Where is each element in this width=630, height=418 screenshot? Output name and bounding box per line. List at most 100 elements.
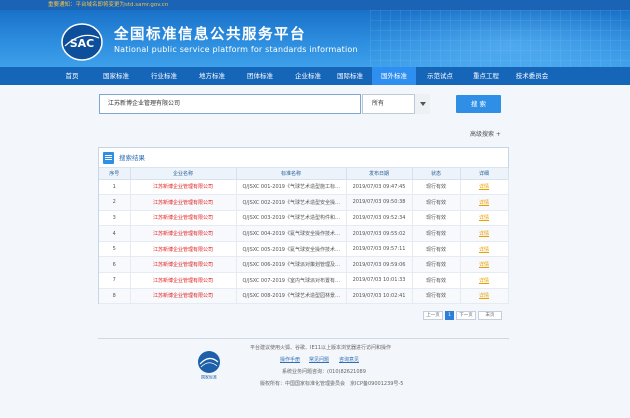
logo-text: SAC [70,37,95,50]
footer-divider [98,338,509,339]
col-detail: 详细 [460,168,509,180]
row-date: 2019/07/03 10:02:41 [346,288,413,305]
row-company[interactable]: 江苏新博企业管理有限公司 [130,241,237,258]
row-no: 8 [99,288,131,305]
table-row: 2 江苏新博企业管理有限公司 Q/JSXC 002-2019《气球艺术造型安全操… [99,194,509,211]
row-date: 2019/07/03 10:01:33 [346,272,413,289]
row-standard[interactable]: Q/JSXC 002-2019《气球艺术造型安全操作技术规范》 [236,194,347,211]
row-company[interactable]: 江苏新博企业管理有限公司 [130,194,237,211]
row-status: 现行有效 [412,256,461,274]
table-row: 1 江苏新博企业管理有限公司 Q/JSXC 001-2019《气球艺术造型施工标… [99,179,509,196]
pagination: 上一页 1 下一页 末页 [423,311,502,320]
results-header: 搜索结果 [99,148,508,168]
nav-item-international[interactable]: 国际标准 [328,67,372,85]
row-no: 1 [99,179,131,196]
footer-link-feedback[interactable]: 咨询意见 [339,356,359,363]
copyright: 版权所有：中国国家标准化管理委员会 京ICP备09001239号-5 [260,381,404,387]
row-standard[interactable]: Q/JSXC 007-2019《室内气球派对布置有害物质限量》 [236,272,347,289]
row-standard[interactable]: Q/JSXC 001-2019《气球艺术造型施工标准》 [236,179,347,196]
footer-link-faq[interactable]: 常见问题 [309,356,329,363]
row-no: 7 [99,272,131,289]
row-no: 2 [99,194,131,211]
nav-item-group[interactable]: 团体标准 [236,67,284,85]
row-detail-link[interactable]: 详情 [460,179,509,196]
site-subtitle: National public service platform for sta… [114,45,358,54]
results-table: 序号 企业名称 标准名称 发布日期 状态 详细 1 江苏新博企业管理有限公司 Q… [99,168,509,305]
row-company[interactable]: 江苏新博企业管理有限公司 [130,272,237,289]
sac-logo-icon[interactable]: SAC [61,22,103,62]
nav-item-key-projects[interactable]: 重点工程 [464,67,508,85]
table-row: 8 江苏新博企业管理有限公司 Q/JSXC 008-2019《气球艺术造型园林景… [99,288,509,305]
row-standard[interactable]: Q/JSXC 004-2019《氦气球安全操作技术规范》 [236,225,347,242]
nav-item-local[interactable]: 地方标准 [188,67,236,85]
col-date: 发布日期 [346,168,413,180]
prev-page-button[interactable]: 上一页 [423,311,443,320]
row-detail-link[interactable]: 详情 [460,272,509,289]
row-detail-link[interactable]: 详情 [460,256,509,274]
row-company[interactable]: 江苏新博企业管理有限公司 [130,179,237,196]
row-detail-link[interactable]: 详情 [460,225,509,242]
nav-item-enterprise[interactable]: 企业标准 [284,67,332,85]
nav-item-industry[interactable]: 行业标准 [140,67,188,85]
national-standard-logo-icon: 国家标准 [198,351,220,380]
results-title: 搜索结果 [119,154,145,162]
header-banner: SAC 全国标准信息公共服务平台 National public service… [0,10,630,67]
notice-bar: 重要通知：平台域名即将变更为std.samr.gov.cn [0,0,630,10]
table-row: 4 江苏新博企业管理有限公司 Q/JSXC 004-2019《氦气球安全操作技术… [99,225,509,242]
row-standard[interactable]: Q/JSXC 003-2019《气球艺术造型构件和活动现场布置规范》 [236,210,347,227]
col-standard: 标准名称 [236,168,347,180]
row-date: 2019/07/03 09:47:45 [346,179,413,196]
nav-item-national[interactable]: 国家标准 [92,67,140,85]
row-status: 现行有效 [412,241,461,258]
row-company[interactable]: 江苏新博企业管理有限公司 [130,256,237,274]
row-no: 6 [99,256,131,274]
nav-item-foreign[interactable]: 国外标准 [372,67,416,85]
row-detail-link[interactable]: 详情 [460,210,509,227]
row-no: 4 [99,225,131,242]
search-input[interactable]: 江苏新博企业管理有限公司 [99,94,361,114]
search-button[interactable]: 搜 索 [456,95,501,113]
browser-notice: 平台建议使用火狐、谷歌、IE11以上版本浏览器进行访问和操作 [250,345,391,351]
row-status: 现行有效 [412,288,461,305]
row-status: 现行有效 [412,225,461,242]
row-detail-link[interactable]: 详情 [460,194,509,211]
main-nav: 首页 国家标准 行业标准 地方标准 团体标准 企业标准 国际标准 国外标准 示范… [0,67,630,85]
next-page-button[interactable]: 下一页 [456,311,476,320]
table-row: 7 江苏新博企业管理有限公司 Q/JSXC 007-2019《室内气球派对布置有… [99,272,509,289]
row-status: 现行有效 [412,210,461,227]
table-row: 3 江苏新博企业管理有限公司 Q/JSXC 003-2019《气球艺术造型构件和… [99,210,509,227]
row-standard[interactable]: Q/JSXC 008-2019《气球艺术造型园林景观造型布置规范》 [236,288,347,305]
row-date: 2019/07/03 09:52:34 [346,210,413,227]
last-page-button[interactable]: 末页 [478,311,502,320]
col-no: 序号 [99,168,131,180]
table-header-row: 序号 企业名称 标准名称 发布日期 状态 详细 [99,168,509,180]
row-status: 现行有效 [412,194,461,211]
row-no: 5 [99,241,131,258]
results-panel: 搜索结果 序号 企业名称 标准名称 发布日期 状态 详细 1 江苏新博企业管理有… [98,147,509,305]
nav-item-committees[interactable]: 技术委员会 [508,67,556,85]
col-status: 状态 [412,168,461,180]
nav-item-pilot[interactable]: 示范试点 [416,67,464,85]
row-company[interactable]: 江苏新博企业管理有限公司 [130,225,237,242]
row-detail-link[interactable]: 详情 [460,288,509,305]
table-row: 6 江苏新博企业管理有限公司 Q/JSXC 006-2019《气球派对策划管理及… [99,256,509,274]
row-date: 2019/07/03 09:57:11 [346,241,413,258]
col-company: 企业名称 [130,168,237,180]
chevron-down-icon[interactable] [414,94,430,114]
row-no: 3 [99,210,131,227]
row-standard[interactable]: Q/JSXC 005-2019《氦气球安全操作技术规范》 [236,241,347,258]
nav-item-home[interactable]: 首页 [52,67,92,85]
advanced-search-link[interactable]: 高级搜索 + [470,129,501,138]
row-standard[interactable]: Q/JSXC 006-2019《气球派对策划管理及服务规范》 [236,256,347,274]
document-icon [103,152,114,164]
footer-link-manual[interactable]: 操作手册 [280,356,300,363]
row-status: 现行有效 [412,179,461,196]
row-detail-link[interactable]: 详情 [460,241,509,258]
site-title: 全国标准信息公共服务平台 [114,27,306,43]
row-company[interactable]: 江苏新博企业管理有限公司 [130,288,237,305]
page-1-button[interactable]: 1 [445,311,454,320]
row-date: 2019/07/03 09:50:38 [346,194,413,211]
row-date: 2019/07/03 09:55:02 [346,225,413,242]
support-phone: 系统业务问题咨询：(010)82621089 [282,369,366,375]
row-company[interactable]: 江苏新博企业管理有限公司 [130,210,237,227]
